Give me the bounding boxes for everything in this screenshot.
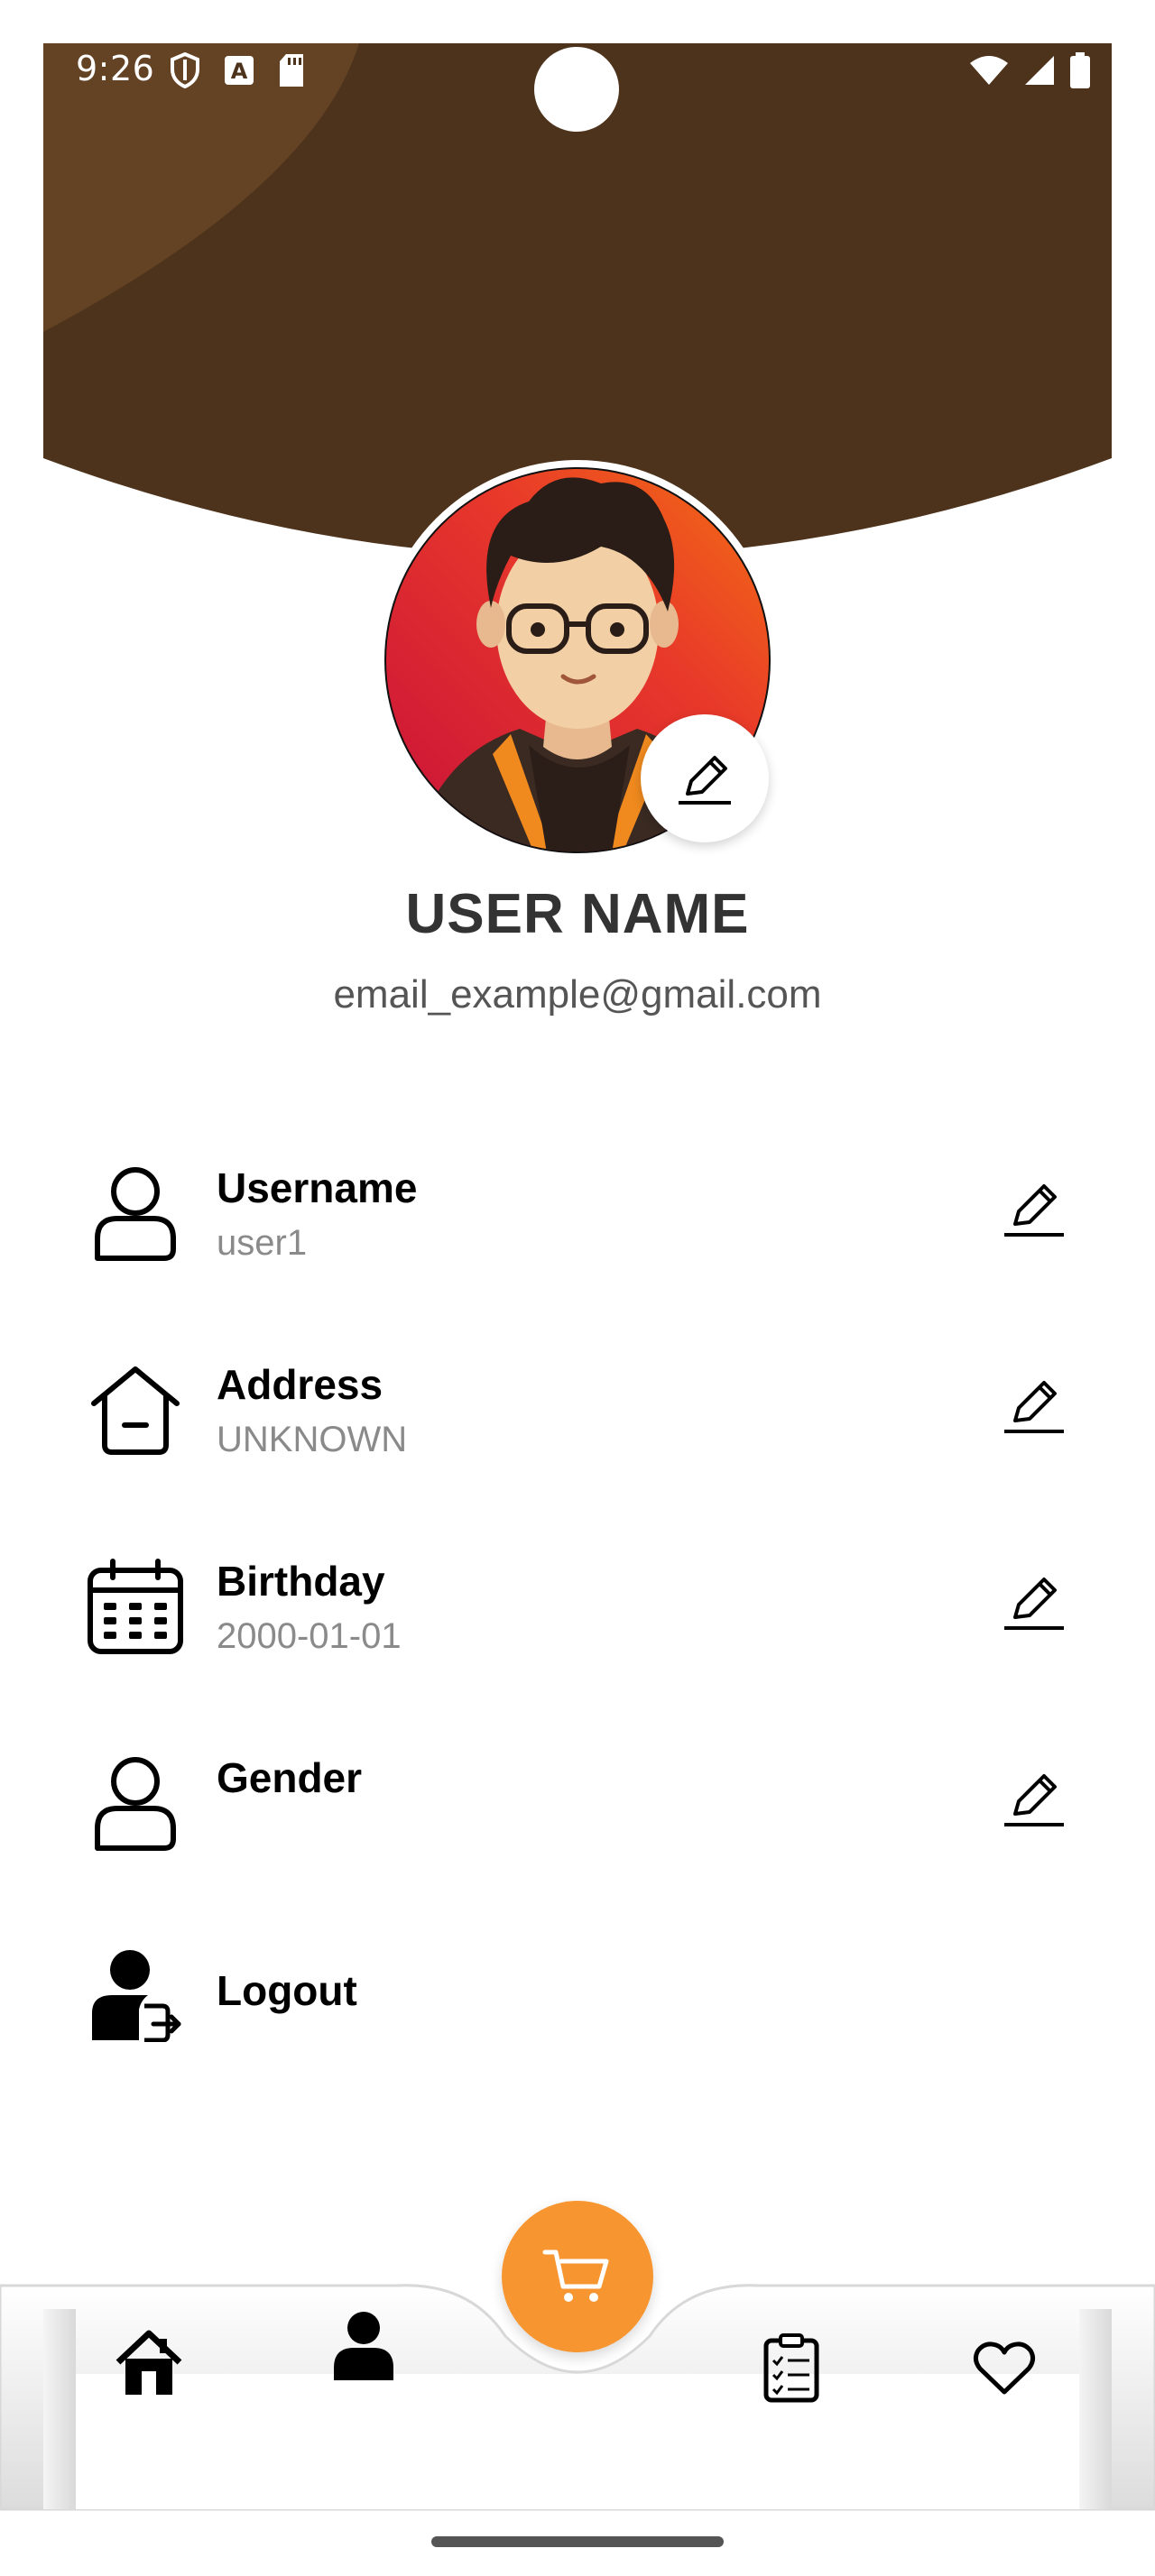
user-email: email_example@gmail.com xyxy=(333,972,822,1017)
home-indicator[interactable] xyxy=(431,2536,724,2547)
profile-icon xyxy=(334,2312,393,2380)
field-row-username[interactable]: Username user1 xyxy=(0,1160,1155,1313)
user-outline-icon xyxy=(81,1750,189,1858)
camera-cutout xyxy=(534,47,619,132)
edit-username-button[interactable] xyxy=(998,1173,1070,1245)
field-row-address[interactable]: Address UNKNOWN xyxy=(0,1357,1155,1510)
field-label: Username xyxy=(217,1164,418,1211)
user-name: USER NAME xyxy=(405,883,750,945)
nav-favorites[interactable] xyxy=(964,2327,1045,2408)
wifi-icon xyxy=(969,54,1009,91)
field-row-birthday[interactable]: Birthday 2000-01-01 xyxy=(0,1553,1155,1707)
orders-clipboard-icon xyxy=(763,2333,819,2403)
field-row-gender[interactable]: Gender xyxy=(0,1750,1155,1903)
field-label: Address xyxy=(217,1361,383,1408)
field-label: Birthday xyxy=(217,1558,385,1605)
pencil-icon xyxy=(1004,1578,1064,1630)
user-logout-icon xyxy=(81,1941,189,2049)
user-outline-icon xyxy=(81,1160,189,1268)
home-icon xyxy=(116,2330,182,2395)
edit-birthday-button[interactable] xyxy=(998,1566,1070,1638)
status-time: 9:26 xyxy=(76,49,155,88)
svg-text:A: A xyxy=(231,59,248,84)
battery-icon xyxy=(1070,52,1090,93)
edit-address-button[interactable] xyxy=(998,1369,1070,1441)
house-icon xyxy=(81,1357,189,1465)
nav-orders[interactable] xyxy=(751,2327,832,2408)
cart-icon xyxy=(542,2249,609,2302)
pencil-icon xyxy=(679,756,731,805)
field-value: UNKNOWN xyxy=(217,1420,408,1459)
edit-gender-button[interactable] xyxy=(998,1762,1070,1835)
calendar-icon xyxy=(81,1553,189,1661)
logout-row[interactable]: Logout xyxy=(0,1939,1155,2093)
field-value: 2000-01-01 xyxy=(217,1616,402,1656)
heart-icon xyxy=(973,2341,1036,2395)
field-label: Gender xyxy=(217,1754,363,1801)
cart-button[interactable] xyxy=(502,2201,653,2352)
shield-icon xyxy=(170,51,200,93)
field-value: user1 xyxy=(217,1223,308,1263)
logout-label: Logout xyxy=(217,1967,357,2014)
nav-profile[interactable] xyxy=(323,2305,404,2387)
signal-icon xyxy=(1023,54,1056,91)
edit-avatar-button[interactable] xyxy=(641,714,769,842)
pencil-icon xyxy=(1004,1381,1064,1433)
pencil-icon xyxy=(1004,1774,1064,1826)
a-box-icon: A xyxy=(224,55,254,90)
sd-card-icon xyxy=(278,53,305,92)
pencil-icon xyxy=(1004,1184,1064,1237)
nav-home[interactable] xyxy=(108,2322,189,2403)
